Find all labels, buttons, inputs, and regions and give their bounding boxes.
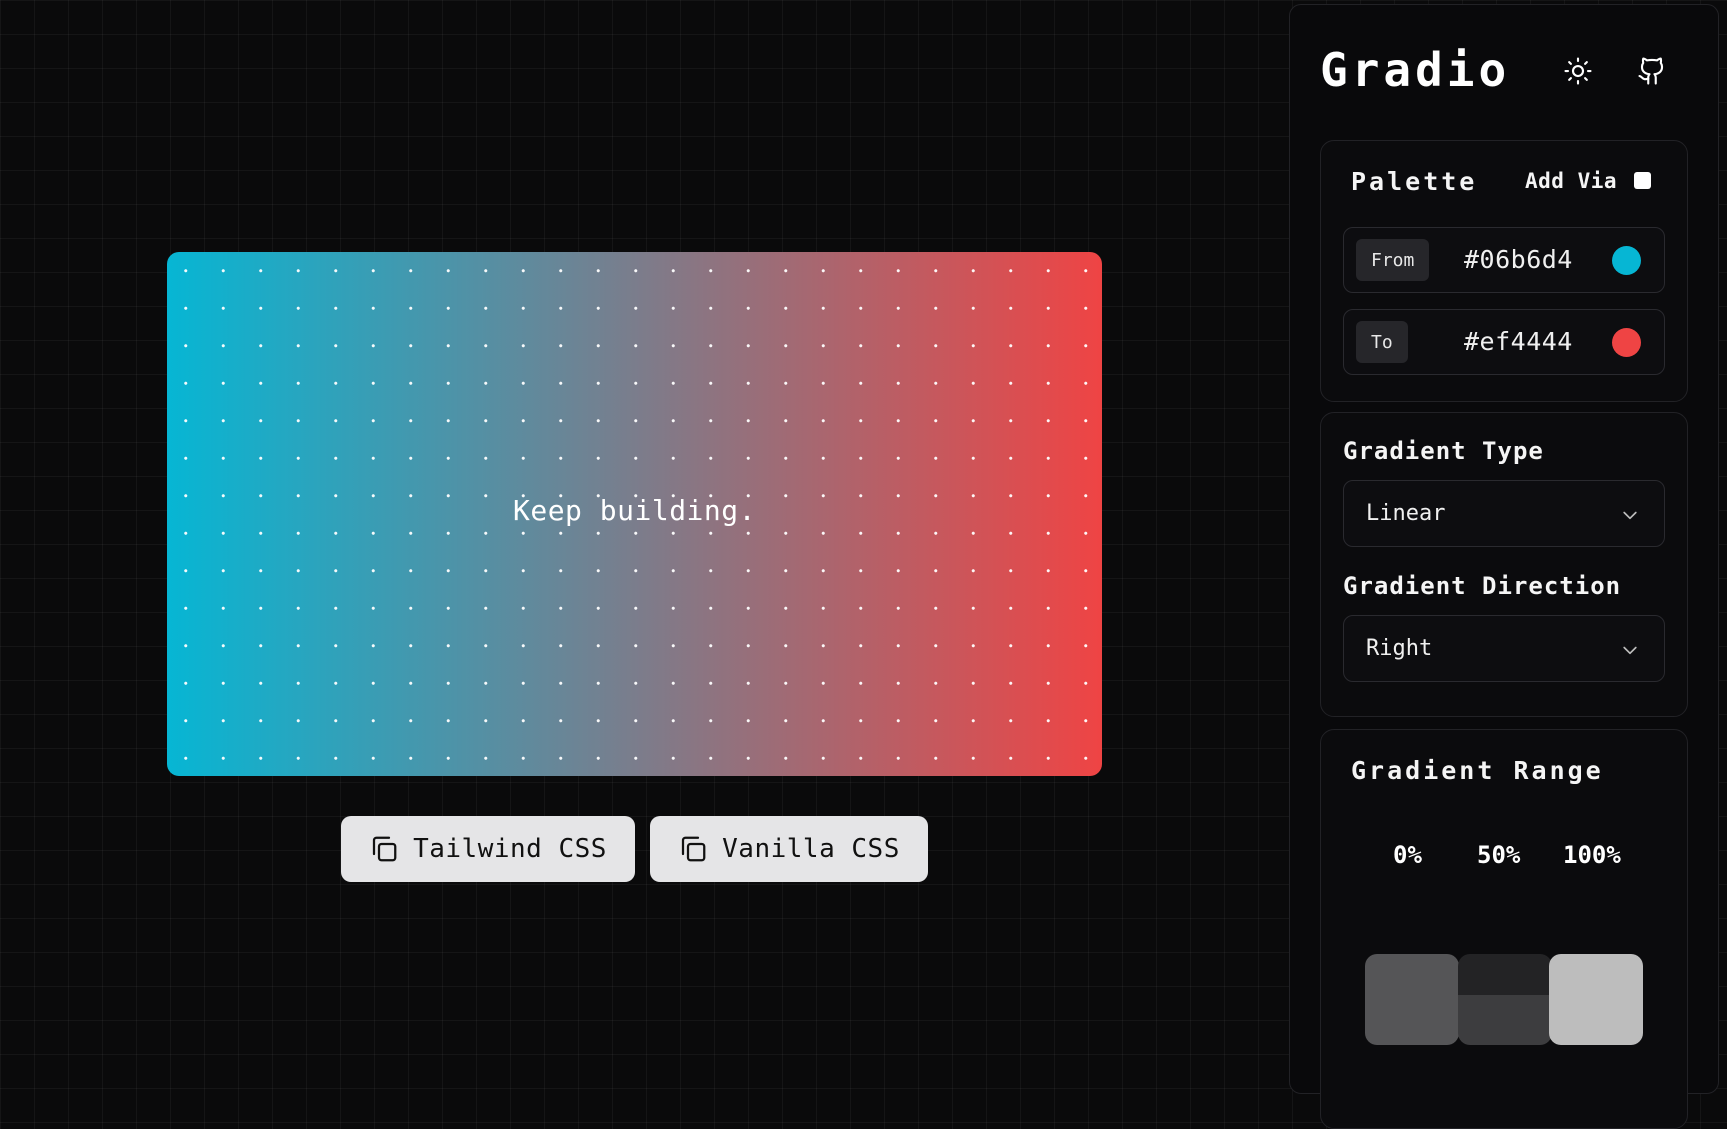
copy-tailwind-css-label: Tailwind CSS: [413, 834, 607, 864]
copy-vanilla-css-button[interactable]: Vanilla CSS: [650, 816, 928, 882]
sun-icon: [1564, 57, 1592, 85]
gradient-direction-value: Right: [1366, 636, 1433, 661]
from-color-field[interactable]: From #06b6d4: [1343, 227, 1665, 293]
from-color-tag: From: [1356, 239, 1430, 281]
gradient-direction-select[interactable]: Right: [1343, 615, 1665, 682]
settings-sidebar: Gradio Palette Add Via From #06b6d4 To #…: [1289, 4, 1719, 1129]
range-stop-label-middle: 50%: [1477, 841, 1521, 869]
gradient-type-label: Gradient Type: [1343, 437, 1544, 465]
range-stop-start-handle[interactable]: [1365, 954, 1459, 1045]
gradient-settings-panel: Gradient Type Linear Gradient Direction …: [1320, 412, 1688, 717]
palette-panel: Palette Add Via From #06b6d4 To #ef4444: [1320, 140, 1688, 402]
to-color-field[interactable]: To #ef4444: [1343, 309, 1665, 375]
add-via-label: Add Via: [1525, 169, 1618, 193]
to-color-tag: To: [1356, 321, 1408, 363]
github-icon: [1638, 57, 1664, 85]
gradient-preview: Keep building.: [167, 252, 1102, 776]
range-stop-middle-handle[interactable]: [1458, 954, 1552, 1045]
copy-icon: [372, 836, 397, 862]
palette-title: Palette: [1351, 167, 1478, 196]
theme-toggle-button[interactable]: [1558, 51, 1598, 91]
range-stop-label-end: 100%: [1563, 841, 1621, 869]
from-color-hex[interactable]: #06b6d4: [1464, 245, 1573, 274]
range-stop-end-handle[interactable]: [1549, 954, 1643, 1045]
to-color-hex[interactable]: #ef4444: [1464, 327, 1573, 356]
gradient-type-select[interactable]: Linear: [1343, 480, 1665, 547]
add-via-checkbox[interactable]: [1634, 172, 1651, 189]
copy-tailwind-css-button[interactable]: Tailwind CSS: [341, 816, 635, 882]
to-color-swatch[interactable]: [1612, 328, 1641, 357]
gradient-range-panel: Gradient Range 0% 50% 100%: [1320, 729, 1688, 1129]
gradient-type-value: Linear: [1366, 501, 1446, 526]
from-color-swatch[interactable]: [1612, 246, 1641, 275]
chevron-down-icon: [1623, 646, 1637, 655]
range-stop-label-start: 0%: [1393, 841, 1422, 869]
copy-icon: [682, 836, 706, 862]
gradient-range-title: Gradient Range: [1351, 756, 1604, 785]
chevron-down-icon: [1623, 511, 1637, 520]
github-link-button[interactable]: [1632, 51, 1672, 91]
preview-text: Keep building.: [512, 494, 756, 527]
app-title: Gradio: [1320, 43, 1511, 97]
gradient-direction-label: Gradient Direction: [1343, 572, 1622, 600]
copy-vanilla-css-label: Vanilla CSS: [722, 834, 900, 864]
